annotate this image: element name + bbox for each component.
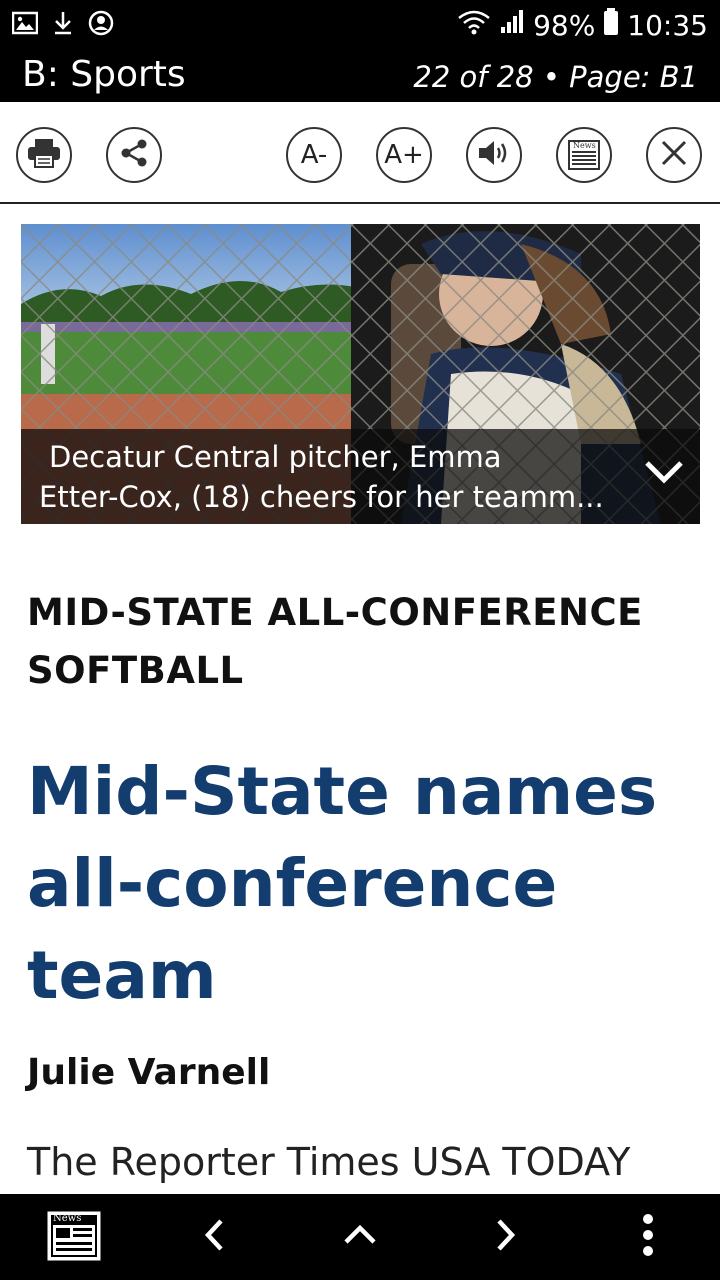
speaker-icon xyxy=(477,138,511,173)
article-headline: Mid-State names all-conference team xyxy=(27,753,658,1014)
newspaper-icon: News xyxy=(568,140,600,170)
close-button[interactable] xyxy=(646,127,702,183)
article-photo[interactable]: Decatur Central pitcher, Emma Etter-Cox, … xyxy=(21,224,700,524)
title-bar: B: Sports 22 of 28 • Page: B1 xyxy=(0,50,720,102)
newspaper-button[interactable]: News xyxy=(556,127,612,183)
font-increase-button[interactable]: A+ xyxy=(376,127,432,183)
status-bar: 98% 10:35 xyxy=(0,0,720,50)
newspaper-icon: News xyxy=(47,1211,101,1261)
wifi-icon xyxy=(457,8,491,43)
clock: 10:35 xyxy=(627,9,708,42)
article-kicker: MID-STATE ALL-CONFERENCE SOFTBALL xyxy=(27,591,643,692)
printer-icon xyxy=(27,138,61,173)
chevron-left-icon xyxy=(203,1218,227,1257)
share-icon xyxy=(119,138,149,173)
battery-percent: 98% xyxy=(533,9,596,42)
article-toolbar: A- A+ News xyxy=(0,102,720,204)
more-menu-button[interactable] xyxy=(623,1212,673,1262)
photo-caption[interactable]: Decatur Central pitcher, Emma Etter-Cox, … xyxy=(21,429,700,524)
next-button[interactable] xyxy=(480,1212,530,1262)
caption-text: Decatur Central pitcher, Emma Etter-Cox, … xyxy=(39,437,629,517)
caption-line-1: Decatur Central pitcher, Emma xyxy=(49,440,502,474)
audio-button[interactable] xyxy=(466,127,522,183)
font-increase-label: A+ xyxy=(384,140,424,170)
print-button[interactable] xyxy=(16,127,72,183)
newspaper-nav-button[interactable]: News xyxy=(46,1210,102,1262)
close-icon xyxy=(660,139,688,172)
signal-icon xyxy=(499,9,525,42)
image-icon xyxy=(11,11,39,40)
article-source: The Reporter Times USA TODAY xyxy=(27,1140,631,1184)
font-decrease-button[interactable]: A- xyxy=(286,127,342,183)
share-button[interactable] xyxy=(106,127,162,183)
bottom-nav: News xyxy=(0,1194,720,1280)
article-byline: Julie Varnell xyxy=(27,1052,271,1093)
newspaper-label: News xyxy=(573,141,596,150)
battery-icon xyxy=(603,8,619,43)
newspaper-nav-label: News xyxy=(53,1213,82,1224)
caption-line-2: Etter-Cox, (18) cheers for her teamm... xyxy=(39,480,604,514)
more-vert-icon xyxy=(641,1213,655,1262)
chevron-down-icon[interactable] xyxy=(644,459,684,490)
chevron-up-icon xyxy=(343,1223,377,1252)
section-title: B: Sports xyxy=(22,54,186,95)
download-icon xyxy=(52,10,74,41)
scroll-top-button[interactable] xyxy=(335,1212,385,1262)
account-icon xyxy=(88,10,114,41)
previous-button[interactable] xyxy=(190,1212,240,1262)
font-decrease-label: A- xyxy=(300,140,328,170)
page-info: 22 of 28 • Page: B1 xyxy=(413,60,698,94)
chevron-right-icon xyxy=(493,1218,517,1257)
